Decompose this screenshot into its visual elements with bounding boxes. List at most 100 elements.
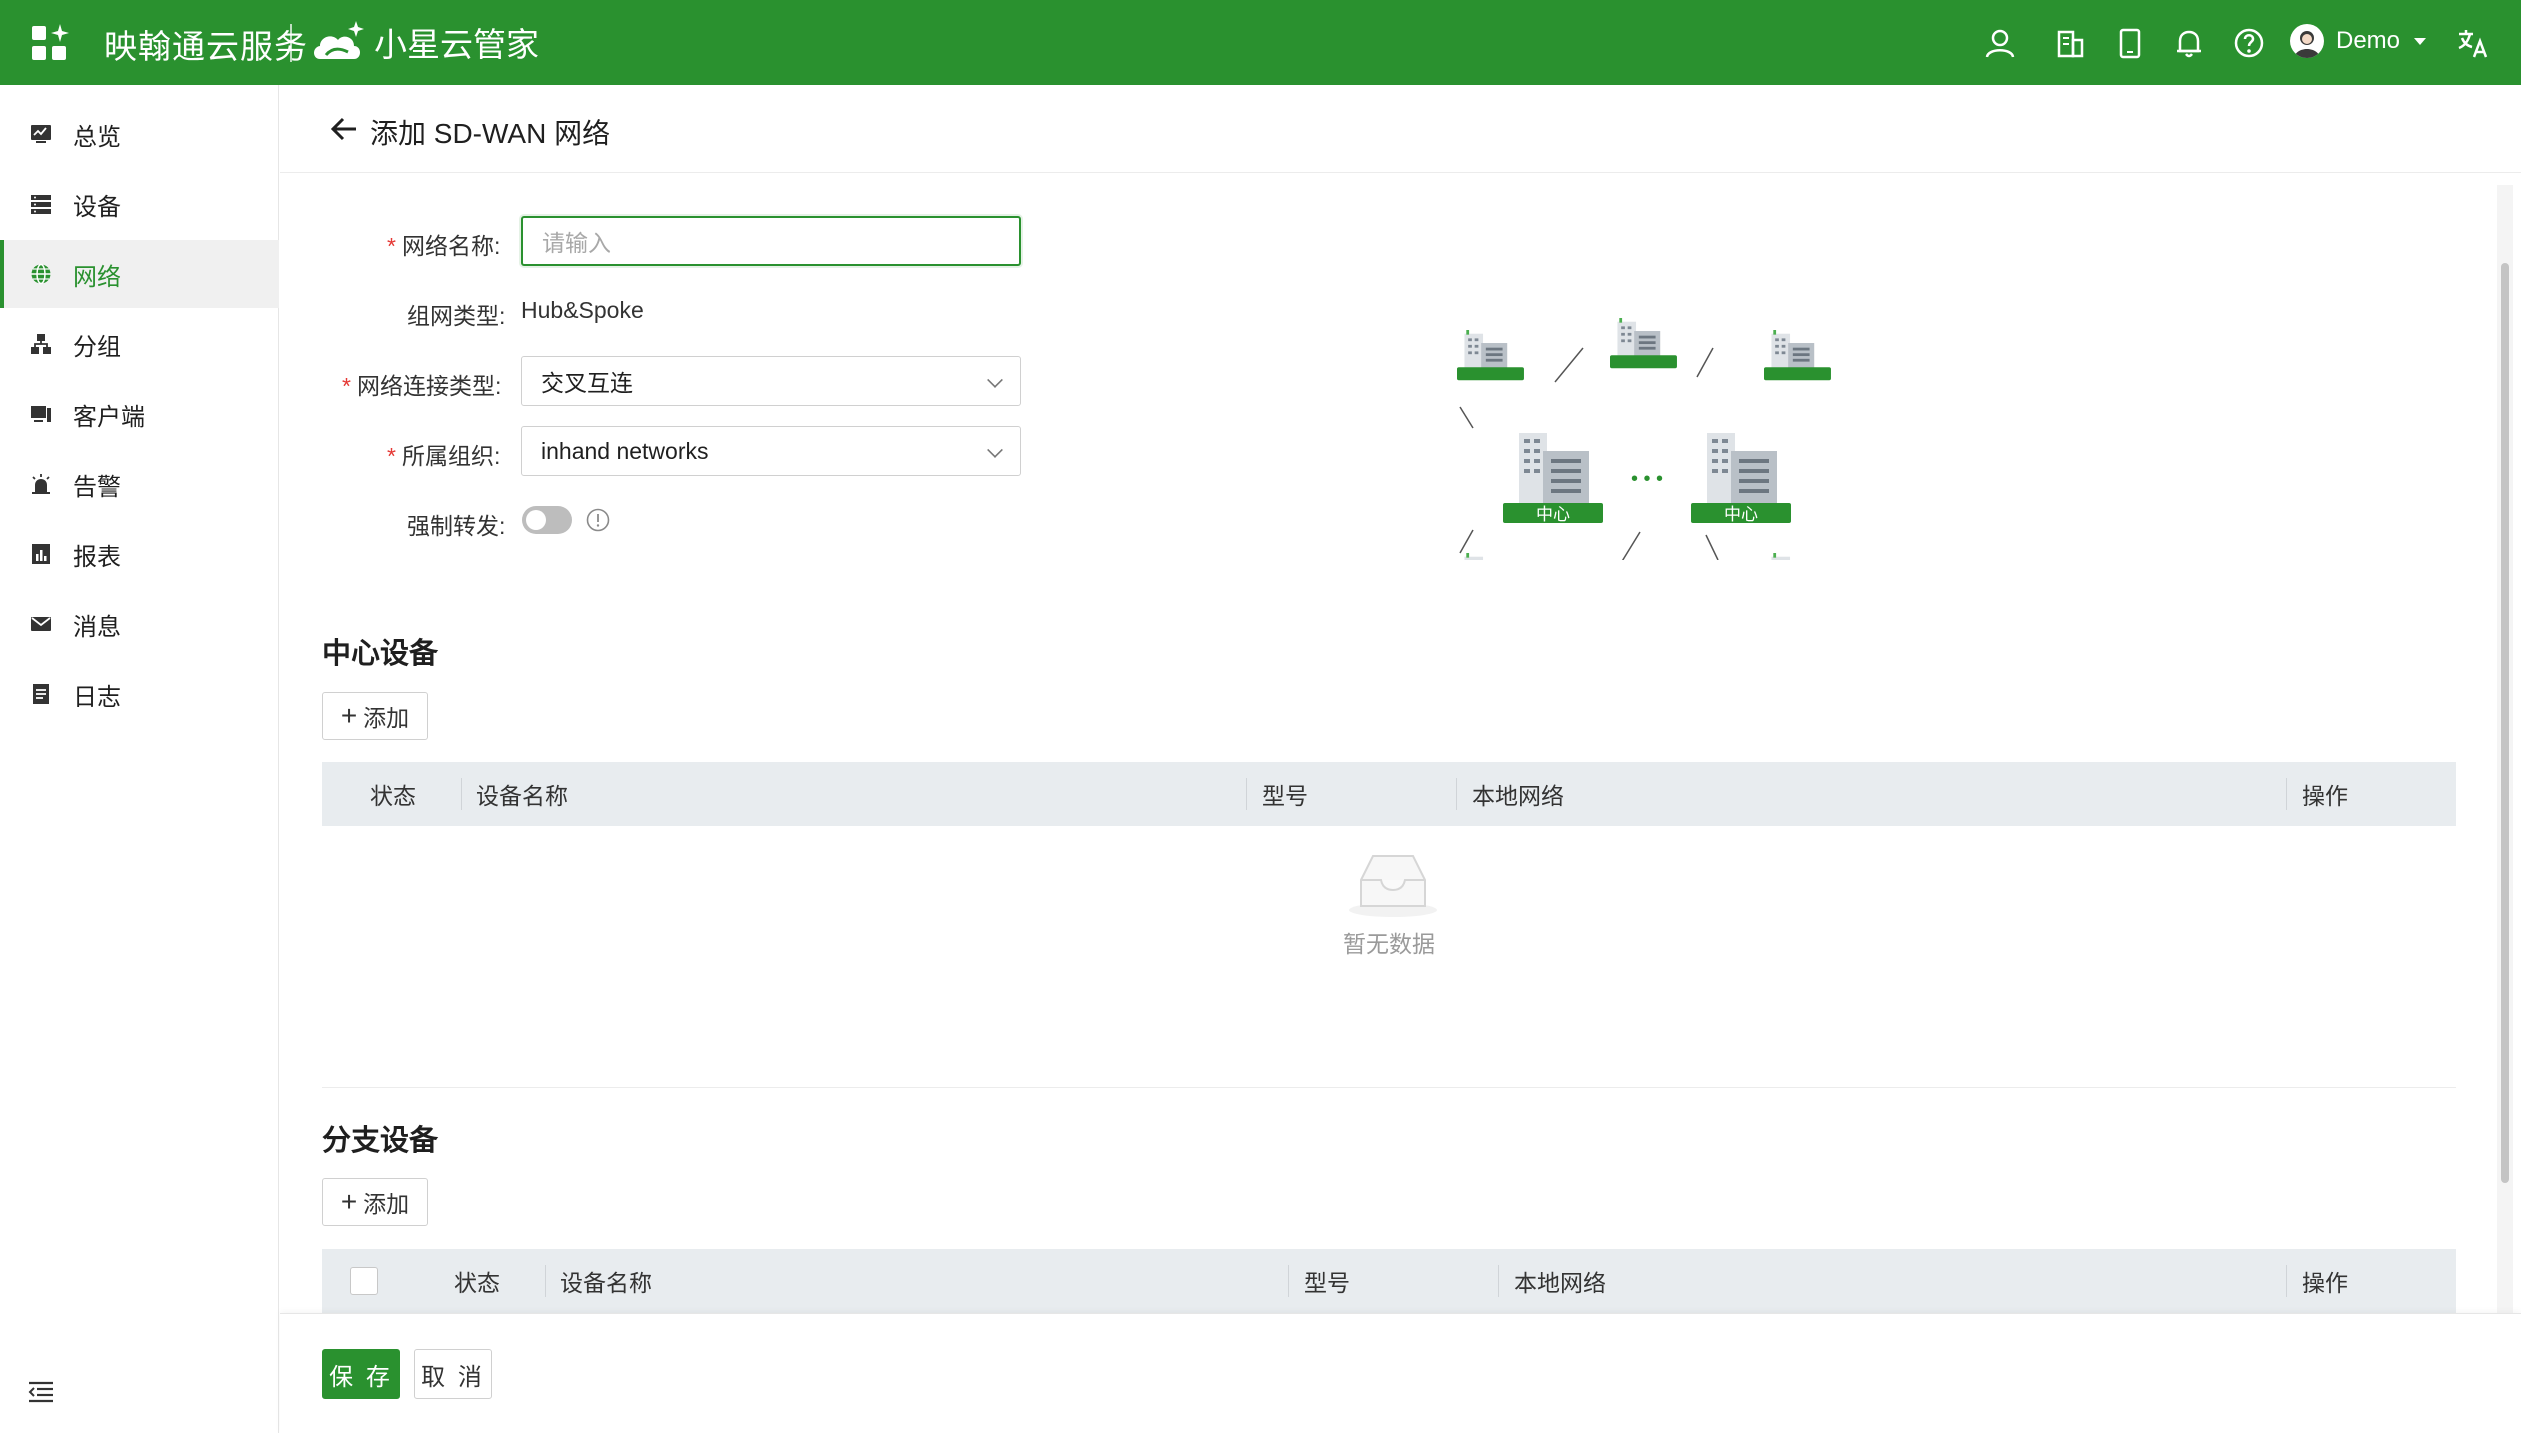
- sidebar-item-label: 告警: [73, 473, 121, 501]
- force-forward-toggle[interactable]: [522, 506, 572, 534]
- sidebar-item-label: 日志: [73, 683, 121, 711]
- sidebar-item-group[interactable]: 分组: [0, 310, 279, 378]
- sidebar-item-label: 设备: [73, 193, 121, 221]
- select-all-checkbox[interactable]: [350, 1267, 378, 1295]
- section-divider: [322, 1087, 2456, 1088]
- chevron-down-icon: [2414, 37, 2427, 45]
- cancel-button[interactable]: 取 消: [414, 1349, 492, 1399]
- add-button-label: 添加: [363, 1191, 410, 1217]
- form-footer: 保 存 取 消: [280, 1313, 2521, 1433]
- app-grid-icon[interactable]: [32, 24, 69, 62]
- sidebar-item-overview[interactable]: 总览: [0, 100, 279, 168]
- empty-inbox-icon: [1349, 855, 1437, 917]
- user-icon[interactable]: [1983, 26, 2017, 60]
- network-name-input[interactable]: 请输入: [521, 216, 1021, 266]
- brand-divider: [290, 24, 292, 62]
- hub-label: 中心: [1536, 505, 1570, 524]
- column-header-device-name: 设备名称: [560, 1270, 652, 1296]
- brand-name: 映翰通云服务: [104, 28, 308, 65]
- save-button[interactable]: 保 存: [322, 1349, 400, 1399]
- building-icon[interactable]: [2053, 26, 2087, 60]
- connection-type-label: * 网络连接类型:: [342, 373, 502, 399]
- group-icon: [31, 334, 51, 354]
- sidebar-item-network[interactable]: 网络: [0, 240, 279, 308]
- cloud-star-logo-icon: [314, 21, 364, 59]
- column-header-device-name: 设备名称: [476, 783, 568, 809]
- main-content: 添加 SD-WAN 网络 * 网络名称: 请输入 组网类型: Hub&Spoke …: [280, 85, 2521, 1433]
- toggle-knob: [526, 510, 546, 530]
- sidebar-item-label: 总览: [73, 123, 121, 151]
- force-forward-label: 强制转发:: [407, 513, 506, 539]
- sidebar-item-client[interactable]: 客户端: [0, 380, 279, 448]
- top-bar: 映翰通云服务 小星云管家 Demo: [0, 0, 2521, 85]
- page-title: 添加 SD-WAN 网络: [370, 118, 611, 149]
- product-logo: 小星云管家: [310, 18, 539, 66]
- plus-icon: +: [340, 1186, 358, 1217]
- sidebar-item-label: 客户端: [73, 403, 145, 431]
- branch-label: 分支: [1785, 380, 1811, 395]
- sidebar: 总览 设备 网络 分组 客户端 告警 报表 消息 日志: [0, 85, 279, 1433]
- hub-devices-title: 中心设备: [322, 638, 439, 670]
- hub-label: 中心: [1724, 505, 1758, 524]
- message-icon: [31, 617, 51, 631]
- hub-spoke-topology-diagram: 分支 分支 分支 分支 分支 分支 中心 中心 • • •: [1457, 318, 1831, 560]
- network-name-placeholder: 请输入: [542, 230, 611, 256]
- organization-value: inhand networks: [541, 437, 709, 464]
- column-header-actions: 操作: [2302, 783, 2348, 809]
- bell-icon[interactable]: [2172, 26, 2206, 60]
- back-arrow-icon[interactable]: [330, 115, 358, 143]
- product-name: 小星云管家: [374, 26, 539, 63]
- translate-icon[interactable]: [2456, 26, 2490, 60]
- sidebar-item-device[interactable]: 设备: [0, 170, 279, 238]
- plus-icon: +: [340, 700, 358, 731]
- sidebar-item-label: 网络: [73, 263, 121, 291]
- report-icon: [32, 544, 50, 564]
- sidebar-item-report[interactable]: 报表: [0, 520, 279, 588]
- organization-select[interactable]: inhand networks: [521, 426, 1021, 476]
- sidebar-item-message[interactable]: 消息: [0, 590, 279, 658]
- sidebar-item-log[interactable]: 日志: [0, 660, 279, 728]
- client-icon: [31, 406, 51, 422]
- hub-table-header: 状态 设备名称 型号 本地网络 操作: [322, 762, 2456, 826]
- add-hub-device-button[interactable]: + 添加: [322, 692, 428, 740]
- user-menu[interactable]: Demo: [2290, 24, 2427, 58]
- branch-label: 分支: [1479, 380, 1505, 395]
- branch-table-header: 状态 设备名称 型号 本地网络 操作: [322, 1249, 2456, 1313]
- column-header-actions: 操作: [2302, 1270, 2348, 1296]
- help-icon[interactable]: [2232, 26, 2266, 60]
- required-mark: *: [342, 373, 351, 399]
- scrollbar-thumb[interactable]: [2501, 263, 2509, 1183]
- sidebar-item-label: 分组: [73, 333, 121, 361]
- branch-devices-title: 分支设备: [322, 1125, 439, 1157]
- column-header-local-network: 本地网络: [1514, 1270, 1606, 1296]
- user-name: Demo: [2336, 27, 2401, 54]
- organization-label: * 所属组织:: [387, 443, 501, 469]
- connection-type-value: 交叉互连: [541, 370, 633, 396]
- device-icon: [31, 195, 51, 214]
- column-header-local-network: 本地网络: [1472, 783, 1564, 809]
- network-type-value: Hub&Spoke: [521, 297, 644, 323]
- vertical-scrollbar[interactable]: [2497, 185, 2513, 1313]
- overview-icon: [31, 125, 51, 143]
- add-button-label: 添加: [363, 705, 410, 731]
- column-header-status: 状态: [454, 1270, 500, 1296]
- collapse-menu-icon[interactable]: [28, 1381, 54, 1403]
- log-icon: [33, 684, 49, 704]
- add-branch-device-button[interactable]: + 添加: [322, 1178, 428, 1226]
- hub-table-empty-state: 暂无数据: [322, 830, 2456, 1080]
- avatar: [2290, 24, 2324, 58]
- device-icon[interactable]: [2113, 26, 2147, 60]
- connection-type-select[interactable]: 交叉互连: [521, 356, 1021, 406]
- sidebar-item-alarm[interactable]: 告警: [0, 450, 279, 518]
- sidebar-item-label: 消息: [73, 613, 121, 641]
- page-header: 添加 SD-WAN 网络: [280, 85, 2521, 173]
- network-type-label: 组网类型:: [407, 303, 506, 329]
- branch-label: 分支: [1632, 368, 1658, 383]
- required-mark: *: [387, 233, 396, 259]
- column-header-model: 型号: [1262, 783, 1308, 809]
- info-icon[interactable]: [586, 508, 610, 532]
- chevron-down-icon: [987, 372, 1003, 388]
- chevron-down-icon: [987, 442, 1003, 458]
- column-header-status: 状态: [370, 783, 416, 809]
- network-name-label: * 网络名称:: [387, 233, 501, 259]
